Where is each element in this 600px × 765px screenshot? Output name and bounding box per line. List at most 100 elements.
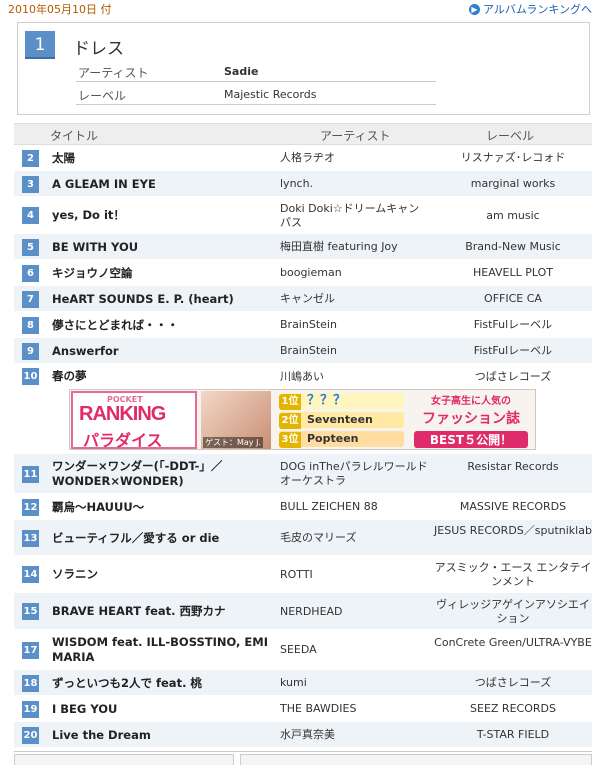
row-label[interactable]: Resistar Records — [434, 460, 592, 474]
album-ranking-link[interactable]: ▶ アルバムランキングへ — [468, 1, 592, 17]
banner-ranking: RANKING — [79, 403, 166, 425]
row-artist[interactable]: BULL ZEICHEN 88 — [280, 500, 430, 514]
row-artist[interactable]: NERDHEAD — [280, 605, 430, 619]
row-title[interactable]: ソラニン — [52, 567, 277, 582]
label-label: レーベル — [78, 89, 127, 103]
row-title[interactable]: BE WITH YOU — [52, 240, 277, 255]
bottom-tab-right[interactable] — [240, 754, 592, 765]
banner-guest: ゲスト：May J. — [203, 437, 263, 448]
ranking-date: 2010年05月10日 付 — [8, 3, 112, 16]
table-row[interactable]: 3 A GLEAM IN EYE lynch. marginal works — [14, 171, 592, 197]
row-label[interactable]: am music — [434, 209, 592, 223]
row-title[interactable]: Answerfor — [52, 344, 277, 359]
row-label[interactable]: つばさレコーズ — [434, 370, 592, 384]
table-row[interactable]: 10 春の夢 川嶋あい つばさレコーズ — [14, 364, 592, 389]
banner-rank-3: 3位 Popteen — [279, 431, 404, 448]
table-row[interactable]: 12 覇烏〜HAUUU〜 BULL ZEICHEN 88 MASSIVE RECORD… — [14, 494, 592, 520]
row-artist[interactable]: 人格ラヂオ — [280, 151, 430, 165]
rank-number: 8 — [22, 316, 39, 334]
row-title[interactable]: 春の夢 — [52, 369, 277, 384]
row-title[interactable]: yes, Do it！ — [52, 208, 277, 223]
row-title[interactable]: キジョウノ空論 — [52, 266, 277, 281]
row-label[interactable]: JESUS RECORDS／sputniklab — [434, 524, 592, 538]
row-artist[interactable]: キャンゼル — [280, 292, 430, 306]
row-label[interactable]: FistFulレーベル — [434, 344, 592, 358]
table-row[interactable]: 8 儚さにとどまれば・・・ BrainStein FistFulレーベル — [14, 312, 592, 338]
table-row[interactable]: 7 HeART SOUNDS E. P. (heart) キャンゼル OFFICE C… — [14, 286, 592, 312]
row-title[interactable]: ビューティフル／愛する or die — [52, 531, 277, 546]
row-artist[interactable]: 毛皮のマリーズ — [280, 531, 430, 545]
ranking-paradise-banner[interactable]: POCKET RANKING パラダイス ゲスト：May J. 1位 ？？？ 2位… — [69, 389, 536, 450]
table-row[interactable]: 13 ビューティフル／愛する or die 毛皮のマリーズ JESUS RECORDS… — [14, 520, 592, 556]
table-row[interactable]: 11 ワンダー×ワンダー(「-DDT-」／WONDER×WONDER) DOG in… — [14, 454, 592, 494]
table-header: タイトル アーティスト レーベル — [14, 123, 592, 145]
banner-rank-1-pos: 1位 — [279, 394, 301, 410]
banner-paradise: パラダイス — [83, 431, 163, 450]
row-label[interactable]: つばさレコーズ — [434, 676, 592, 690]
table-row[interactable]: 6 キジョウノ空論 boogieman HEAVELL PLOT — [14, 260, 592, 286]
row-title[interactable]: WISDOM feat. ILL-BOSSTINO, EMI MARIA — [52, 635, 277, 665]
row-label[interactable]: SEEZ RECORDS — [434, 702, 592, 716]
rank-number: 3 — [22, 175, 39, 193]
banner-rank-2-name: Seventeen — [307, 413, 373, 426]
row-title[interactable]: ワンダー×ワンダー(「-DDT-」／WONDER×WONDER) — [52, 459, 277, 489]
arrow-right-icon: ▶ — [468, 3, 480, 15]
row-title[interactable]: HeART SOUNDS E. P. (heart) — [52, 292, 277, 307]
row-label[interactable]: OFFICE CA — [434, 292, 592, 306]
row-label[interactable]: MASSIVE RECORDS — [434, 500, 592, 514]
table-row[interactable]: 4 yes, Do it！ Doki Doki☆ドリームキャンパス am music — [14, 197, 592, 234]
row-label[interactable]: FistFulレーベル — [434, 318, 592, 332]
rank-number: 14 — [22, 566, 39, 583]
table-row[interactable]: 5 BE WITH YOU 梅田直樹 featuring Joy Brand-New … — [14, 234, 592, 260]
row-artist[interactable]: BrainStein — [280, 318, 430, 332]
row-label[interactable]: アスミック・エース エンタテインメント — [434, 561, 592, 589]
row-artist[interactable]: 水戸真奈美 — [280, 728, 430, 742]
row-title[interactable]: 太陽 — [52, 151, 277, 166]
row-artist[interactable]: SEEDA — [280, 643, 430, 657]
rank-number: 18 — [22, 674, 39, 692]
top-bar: 2010年05月10日 付 ▶ アルバムランキングへ — [8, 0, 592, 18]
row-title[interactable]: 儚さにとどまれば・・・ — [52, 318, 277, 333]
banner-rank-1: 1位 ？？？ — [279, 393, 404, 410]
row-artist[interactable]: boogieman — [280, 266, 430, 280]
row-title[interactable]: A GLEAM IN EYE — [52, 177, 277, 192]
row-title[interactable]: Live the Dream — [52, 728, 277, 743]
bottom-tab-left[interactable] — [14, 754, 234, 765]
row-title[interactable]: ずっといつも2人で feat. 桃 — [52, 676, 277, 691]
row-label[interactable]: ヴィレッジアゲインアソシエイション — [434, 598, 592, 626]
row-label[interactable]: リスナァズ･レコォド — [434, 151, 592, 165]
row-label[interactable]: marginal works — [434, 177, 592, 191]
top-title[interactable]: ドレス — [73, 34, 124, 59]
row-label[interactable]: T-STAR FIELD — [434, 728, 592, 742]
row-title[interactable]: BRAVE HEART feat. 西野カナ — [52, 604, 277, 619]
row-artist[interactable]: kumi — [280, 676, 430, 690]
row-label[interactable]: Brand-New Music — [434, 240, 592, 254]
row-title[interactable]: I BEG YOU — [52, 702, 277, 717]
table-row[interactable]: 19 I BEG YOU THE BAWDIES SEEZ RECORDS — [14, 696, 592, 722]
banner-logo: POCKET RANKING パラダイス — [71, 391, 197, 449]
table-row[interactable]: 9 Answerfor BrainStein FistFulレーベル — [14, 338, 592, 364]
table-row[interactable]: 2 太陽 人格ラヂオ リスナァズ･レコォド — [14, 145, 592, 171]
row-artist[interactable]: 川嶋あい — [280, 370, 430, 384]
header-label: レーベル — [486, 129, 535, 143]
row-label[interactable]: HEAVELL PLOT — [434, 266, 592, 280]
row-label[interactable]: ConCrete Green/ULTRA-VYBE — [434, 636, 592, 650]
row-artist[interactable]: 梅田直樹 featuring Joy — [280, 240, 430, 254]
row-artist[interactable]: lynch. — [280, 177, 430, 191]
row-artist[interactable]: ROTTI — [280, 568, 430, 582]
row-artist[interactable]: Doki Doki☆ドリームキャンパス — [280, 202, 430, 230]
row-title[interactable]: 覇烏〜HAUUU〜 — [52, 500, 277, 515]
row-artist[interactable]: THE BAWDIES — [280, 702, 430, 716]
banner-rank-2: 2位 Seventeen — [279, 412, 404, 429]
table-row[interactable]: 17 WISDOM feat. ILL-BOSSTINO, EMI MARIA SE… — [14, 630, 592, 670]
row-artist[interactable]: DOG inTheパラレルワールドオーケストラ — [280, 460, 430, 488]
banner-headline-1: 女子高生に人気の — [431, 396, 511, 407]
row-artist[interactable]: BrainStein — [280, 344, 430, 358]
table-row[interactable]: 15 BRAVE HEART feat. 西野カナ NERDHEAD ヴィレッジアゲイ… — [14, 593, 592, 630]
top-label[interactable]: Majestic Records — [224, 88, 316, 101]
rank-number: 2 — [22, 149, 39, 167]
table-row[interactable]: 14 ソラニン ROTTI アスミック・エース エンタテインメント — [14, 556, 592, 593]
table-row[interactable]: 20 Live the Dream 水戸真奈美 T-STAR FIELD — [14, 722, 592, 748]
table-row[interactable]: 18 ずっといつも2人で feat. 桃 kumi つばさレコーズ — [14, 670, 592, 696]
top-artist[interactable]: Sadie — [224, 65, 258, 78]
